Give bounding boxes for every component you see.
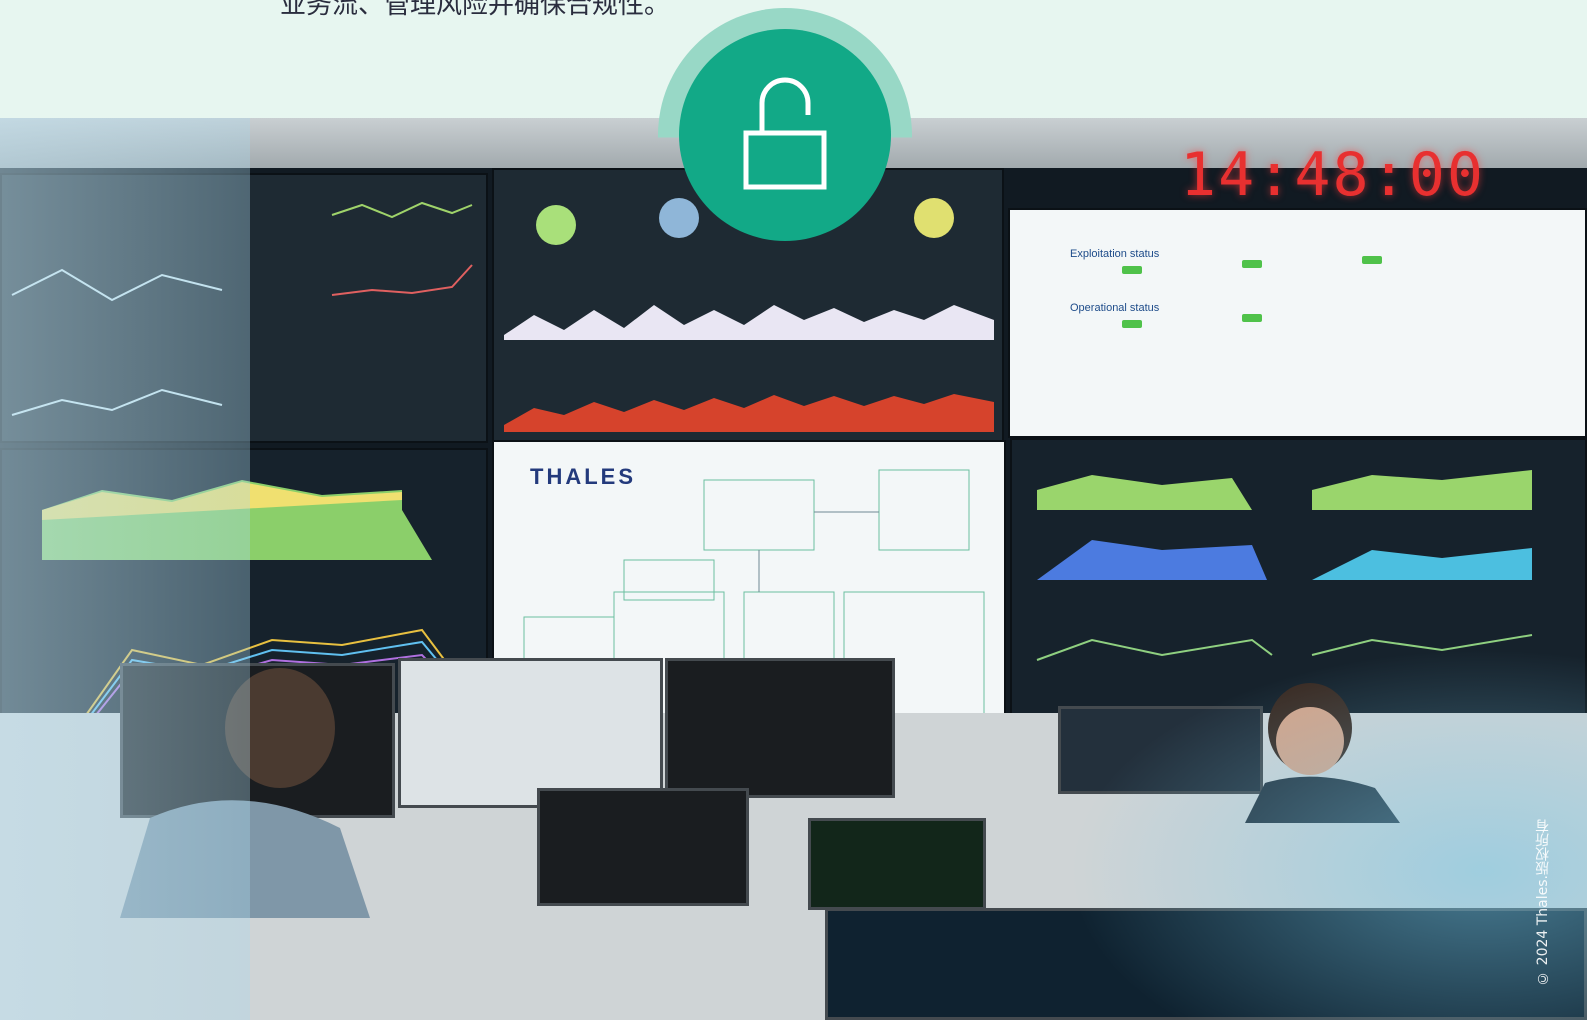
exploitation-status-label: Exploitation status [1070, 248, 1160, 260]
workstation-monitor [398, 658, 663, 808]
unlocked-padlock-icon [743, 77, 827, 190]
glass-reflection [0, 118, 250, 1020]
thales-logo: THALES [530, 464, 636, 489]
laptop-screen [537, 788, 749, 906]
status-indicator [1122, 266, 1142, 274]
operational-status-label: Operational status [1070, 302, 1160, 314]
control-room-photo: Exploitation status Operational status 1… [0, 118, 1587, 1020]
copyright-notice: © 2024 Thales.版权所有 [1535, 819, 1551, 986]
status-indicator [1242, 314, 1262, 322]
intro-text: 业务流、管理风险并确保合规性。 [280, 0, 671, 20]
workstation-monitor [665, 658, 895, 798]
light-glare [1067, 648, 1587, 1020]
wall-clock: 14:48:00 [1180, 140, 1485, 210]
lock-badge [679, 29, 891, 241]
status-indicator [1122, 320, 1142, 328]
terminal-monitor [808, 818, 986, 910]
status-indicator [1362, 256, 1382, 264]
screen-status-panel: Exploitation status Operational status [1008, 208, 1587, 438]
status-indicator [1242, 260, 1262, 268]
